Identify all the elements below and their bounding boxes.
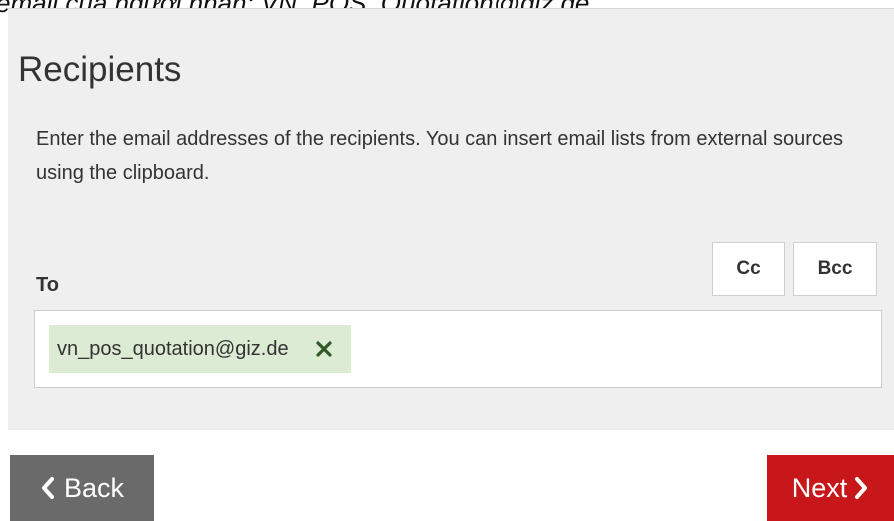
chevron-left-icon bbox=[40, 476, 56, 500]
recipient-chip: vn_pos_quotation@giz.de bbox=[49, 325, 351, 373]
section-description: Enter the email addresses of the recipie… bbox=[36, 128, 844, 184]
close-icon[interactable] bbox=[315, 340, 333, 358]
bcc-button[interactable]: Bcc bbox=[793, 242, 877, 296]
panel-divider bbox=[8, 8, 894, 9]
next-button[interactable]: Next bbox=[767, 455, 894, 521]
chevron-right-icon bbox=[853, 476, 869, 500]
to-recipients-field[interactable]: vn_pos_quotation@giz.de bbox=[34, 310, 882, 388]
next-button-label: Next bbox=[791, 472, 848, 503]
cc-button[interactable]: Cc bbox=[712, 242, 785, 296]
back-button-label: Back bbox=[63, 472, 125, 503]
back-button[interactable]: Back bbox=[10, 455, 154, 521]
section-title: Recipients bbox=[18, 50, 182, 89]
recipient-chip-email: vn_pos_quotation@giz.de bbox=[57, 337, 289, 360]
to-field-label: To bbox=[36, 274, 59, 296]
